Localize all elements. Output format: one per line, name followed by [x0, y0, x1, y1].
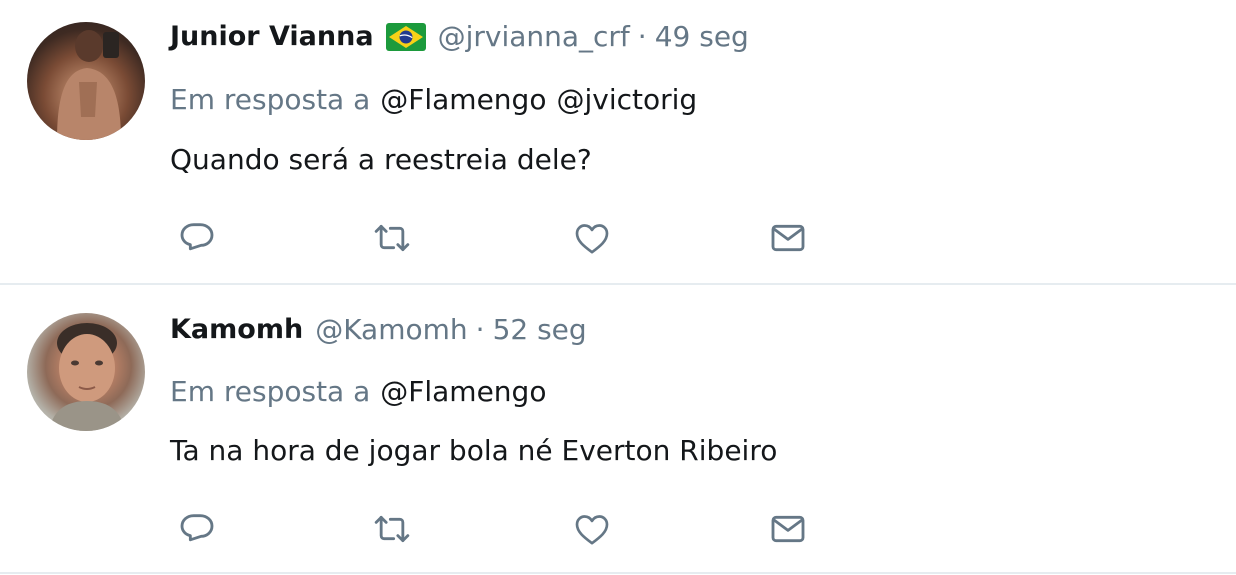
- reply-button[interactable]: [173, 507, 221, 551]
- brazil-flag-icon: [385, 22, 426, 51]
- user-name[interactable]: Kamomh: [170, 314, 303, 345]
- like-icon: [575, 515, 609, 545]
- reply-button[interactable]: [173, 216, 221, 260]
- timestamp[interactable]: 49 seg: [655, 20, 749, 53]
- reply-context: Em resposta a @Flamengo: [170, 375, 546, 408]
- tweet-header: Kamomh @Kamomh · 52 seg: [170, 313, 587, 346]
- reply-mention-jvictorig[interactable]: @jvictorig: [556, 83, 697, 116]
- reply-icon: [180, 514, 214, 542]
- avatar-photo: [49, 323, 125, 431]
- tweet-actions: [170, 507, 870, 551]
- reply-label: Em resposta a: [170, 83, 371, 116]
- direct-message-button[interactable]: [764, 216, 812, 260]
- separator-dot: ·: [637, 20, 647, 53]
- tweet-text: Ta na hora de jogar bola né Everton Ribe…: [170, 434, 778, 467]
- user-name[interactable]: Junior Vianna: [170, 21, 374, 52]
- avatar[interactable]: [27, 313, 145, 431]
- reply-mention-flamengo[interactable]: @Flamengo: [380, 375, 546, 408]
- reply-label: Em resposta a: [170, 375, 371, 408]
- tweet[interactable]: Kamomh @Kamomh · 52 seg Em resposta a @Fl…: [0, 289, 1236, 575]
- direct-message-icon: [771, 224, 805, 252]
- reply-mention-flamengo[interactable]: @Flamengo: [380, 83, 546, 116]
- separator-dot: ·: [475, 313, 485, 346]
- retweet-icon: [374, 224, 410, 252]
- avatar[interactable]: [27, 22, 145, 140]
- direct-message-button[interactable]: [764, 507, 812, 551]
- retweet-button[interactable]: [368, 216, 416, 260]
- like-button[interactable]: [568, 507, 616, 551]
- avatar-photo: [57, 30, 121, 140]
- reply-context: Em resposta a @Flamengo @jvictorig: [170, 83, 697, 116]
- tweet[interactable]: Junior Vianna @jrvianna_crf · 49 seg Em …: [0, 0, 1236, 282]
- tweet-actions: [170, 216, 870, 260]
- tweet-divider: [0, 572, 1236, 574]
- like-icon: [575, 224, 609, 254]
- tweet-divider: [0, 283, 1236, 285]
- direct-message-icon: [771, 515, 805, 543]
- user-handle[interactable]: @jrvianna_crf: [438, 20, 630, 53]
- tweet-text: Quando será a reestreia dele?: [170, 143, 592, 176]
- tweet-header: Junior Vianna @jrvianna_crf · 49 seg: [170, 20, 749, 53]
- user-handle[interactable]: @Kamomh: [315, 313, 467, 346]
- retweet-button[interactable]: [368, 507, 416, 551]
- like-button[interactable]: [568, 216, 616, 260]
- timestamp[interactable]: 52 seg: [493, 313, 587, 346]
- retweet-icon: [374, 515, 410, 543]
- reply-icon: [180, 223, 214, 251]
